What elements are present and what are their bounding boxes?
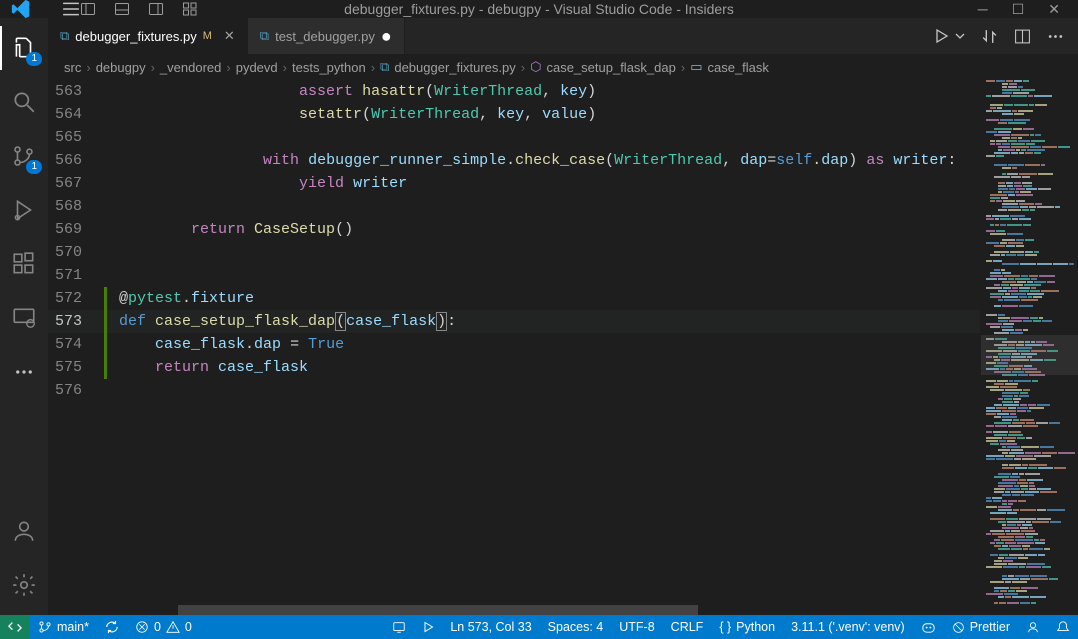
sync-indicator[interactable]	[97, 615, 127, 639]
bc-debugpy[interactable]: debugpy	[96, 60, 146, 75]
more-actions-icon[interactable]	[1047, 28, 1064, 45]
remote-indicator[interactable]	[0, 615, 30, 639]
modified-indicator: M	[203, 30, 212, 42]
chevron-right-icon: ›	[521, 60, 525, 75]
chevron-right-icon: ›	[283, 60, 287, 75]
chevron-right-icon: ›	[86, 60, 90, 75]
editor-actions	[933, 18, 1078, 54]
tab-label: test_debugger.py	[275, 29, 375, 44]
bc-src[interactable]: src	[64, 60, 81, 75]
explorer-icon[interactable]: 1	[0, 32, 48, 64]
copilot-indicator[interactable]	[913, 615, 944, 639]
code-editor[interactable]: 563 assert hasattr(WriterThread, key)564…	[48, 80, 980, 605]
tab-test-debugger[interactable]: ⧉ test_debugger.py ●	[248, 18, 405, 54]
chevron-right-icon: ›	[371, 60, 375, 75]
notifications-icon[interactable]	[1048, 615, 1078, 639]
run-file-icon[interactable]	[933, 28, 949, 44]
close-tab-icon[interactable]: ✕	[224, 28, 235, 44]
hamburger-menu-icon[interactable]	[62, 0, 80, 18]
editor-tabs: ⧉ debugger_fixtures.py M ✕ ⧉ test_debugg…	[48, 18, 1078, 54]
scm-badge: 1	[26, 160, 42, 174]
close-window-icon[interactable]: ✕	[1048, 1, 1060, 18]
vscode-logo-icon	[10, 0, 32, 20]
maximize-icon[interactable]: ☐	[1012, 1, 1025, 18]
branch-indicator[interactable]: main*	[30, 615, 97, 639]
eol[interactable]: CRLF	[663, 615, 712, 639]
horizontal-scrollbar[interactable]	[48, 605, 1078, 615]
python-file-icon: ⧉	[380, 59, 389, 75]
tab-label: debugger_fixtures.py	[75, 29, 196, 44]
chevron-right-icon: ›	[226, 60, 230, 75]
problems-indicator[interactable]: 0 0	[127, 615, 200, 639]
source-control-icon[interactable]: 1	[0, 140, 48, 172]
minimize-icon[interactable]: ─	[978, 1, 988, 17]
bc-pydevd[interactable]: pydevd	[236, 60, 278, 75]
breadcrumb[interactable]: src › debugpy › _vendored › pydevd › tes…	[48, 54, 1078, 80]
compare-changes-icon[interactable]	[981, 28, 998, 45]
debug-indicator[interactable]	[384, 615, 414, 639]
feedback-icon[interactable]	[1018, 615, 1048, 639]
bc-tests-python[interactable]: tests_python	[292, 60, 366, 75]
bc-var[interactable]: case_flask	[707, 60, 768, 75]
toggle-panel-bottom-icon[interactable]	[114, 1, 130, 17]
run-indicator[interactable]	[414, 615, 442, 639]
settings-gear-icon[interactable]	[0, 569, 48, 601]
remote-explorer-icon[interactable]	[0, 302, 48, 334]
more-icon[interactable]	[0, 356, 48, 388]
run-debug-icon[interactable]	[0, 194, 48, 226]
activity-bar: 1 1	[0, 18, 48, 615]
title-bar: debugger_fixtures.py - debugpy - Visual …	[0, 0, 1078, 18]
minimap-slider[interactable]	[981, 335, 1078, 375]
window-controls: ─ ☐ ✕	[978, 1, 1060, 18]
run-chevron-icon[interactable]	[955, 31, 965, 41]
symbol-variable-icon: ▭	[690, 59, 702, 75]
warning-count: 0	[185, 620, 192, 634]
braces-icon: { }	[719, 620, 731, 634]
language-mode[interactable]: { } Python	[711, 615, 783, 639]
encoding[interactable]: UTF-8	[611, 615, 662, 639]
explorer-badge: 1	[26, 52, 42, 66]
extensions-icon[interactable]	[0, 248, 48, 280]
scrollbar-thumb[interactable]	[178, 605, 698, 615]
customize-layout-icon[interactable]	[182, 1, 198, 17]
bc-vendored[interactable]: _vendored	[160, 60, 221, 75]
python-file-icon: ⧉	[60, 28, 69, 44]
search-icon[interactable]	[0, 86, 48, 118]
python-file-icon: ⧉	[260, 28, 269, 44]
toggle-panel-right-icon[interactable]	[148, 1, 164, 17]
error-count: 0	[154, 620, 161, 634]
toggle-panel-left-icon[interactable]	[80, 1, 96, 17]
python-interpreter[interactable]: 3.11.1 ('.venv': venv)	[783, 615, 913, 639]
status-bar: main* 0 0 Ln 573, Col 33 Spaces: 4 UTF-8…	[0, 615, 1078, 639]
tab-debugger-fixtures[interactable]: ⧉ debugger_fixtures.py M ✕	[48, 18, 248, 54]
branch-name: main*	[57, 620, 89, 634]
indentation[interactable]: Spaces: 4	[540, 615, 612, 639]
layout-controls	[80, 1, 198, 17]
minimap[interactable]	[980, 80, 1078, 605]
chevron-right-icon: ›	[681, 60, 685, 75]
editor-group: ⧉ debugger_fixtures.py M ✕ ⧉ test_debugg…	[48, 18, 1078, 615]
bc-file[interactable]: debugger_fixtures.py	[394, 60, 515, 75]
chevron-right-icon: ›	[151, 60, 155, 75]
bc-func[interactable]: case_setup_flask_dap	[546, 60, 675, 75]
split-editor-icon[interactable]	[1014, 28, 1031, 45]
window-title: debugger_fixtures.py - debugpy - Visual …	[344, 1, 734, 17]
accounts-icon[interactable]	[0, 515, 48, 547]
symbol-function-icon: ⬡	[530, 59, 541, 75]
formatter[interactable]: Prettier	[944, 615, 1018, 639]
cursor-position[interactable]: Ln 573, Col 33	[442, 615, 539, 639]
